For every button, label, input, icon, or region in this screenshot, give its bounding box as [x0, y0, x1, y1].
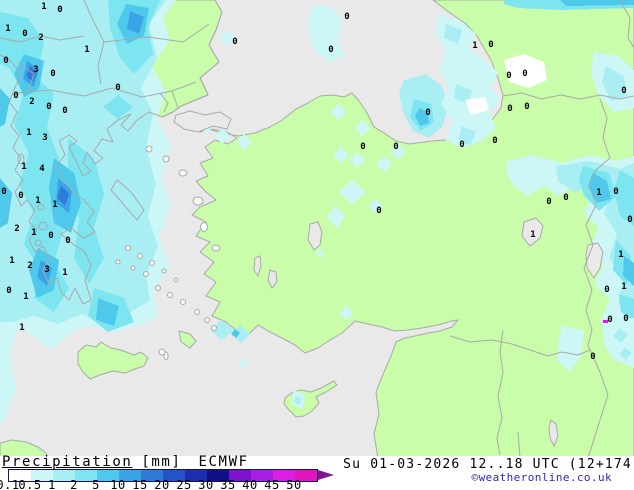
precip-value-label: 0 — [604, 285, 609, 295]
precip-value-label: 1 — [530, 230, 535, 240]
precip-value-label: 3 — [33, 65, 38, 75]
precip-value-label: 0 — [590, 352, 595, 362]
precip-value-label: 1 — [23, 292, 28, 302]
precip-value-label: 0 — [65, 236, 70, 246]
forecast-datetime: Su 01-03-2026 12..18 UTC (12+174) — [343, 457, 634, 472]
precip-value-label: 1 — [52, 200, 57, 210]
precip-value-label: 0 — [50, 69, 55, 79]
precip-value-label: 0 — [6, 286, 11, 296]
scale-tick-label: 30 — [198, 478, 213, 490]
precip-value-label: 1 — [21, 162, 26, 172]
precip-value-label: 1 — [41, 2, 46, 12]
precip-value-label: 0 — [62, 106, 67, 116]
precip-value-label: 0 — [563, 193, 568, 203]
legend-title: Precipitation [mm] ECMWF — [2, 454, 249, 470]
precip-value-label: 0 — [522, 69, 527, 79]
copyright-link[interactable]: ©weatheronline.co.uk — [472, 471, 612, 484]
weather-map-page: 1010210300020013140011210012310110000001… — [0, 0, 634, 490]
precip-value-label: 0 — [344, 12, 349, 22]
scale-tick-label: 0.5 — [18, 478, 41, 490]
precip-value-label: 0 — [627, 215, 632, 225]
legend-unit: [mm] — [141, 454, 181, 470]
precip-value-label: 1 — [9, 256, 14, 266]
precip-value-label: 0 — [46, 102, 51, 112]
precip-value-label: 0 — [393, 142, 398, 152]
scale-tick-label: 25 — [176, 478, 191, 490]
precip-value-label: 0 — [524, 102, 529, 112]
precip-value-label: 0 — [546, 197, 551, 207]
precip-value-label: 0 — [3, 56, 8, 66]
weather-map: 1 0 1 0 2 1 0 3 0 0 0 2 0 0 1 3 1 4 0 0 1 1 2 1 0 0 1 2 3 1 0 1 1 0 0 0 0 0 0 1… — [0, 0, 634, 458]
precip-value-label: 1 — [35, 196, 40, 206]
precip-value-label: 0 — [328, 45, 333, 55]
precip-value-label: 1 — [62, 268, 67, 278]
legend-parameter: Precipitation — [2, 454, 132, 470]
precip-value-label: 3 — [44, 265, 49, 275]
scale-tick-label: 2 — [70, 478, 78, 490]
precip-value-label: 1 — [31, 228, 36, 238]
precip-value-label: 0 — [623, 314, 628, 324]
scale-tick-label: 5 — [92, 478, 100, 490]
precip-value-label: 0 — [48, 231, 53, 241]
precip-value-label: 0 — [459, 140, 464, 150]
scale-tick-label: 10 — [110, 478, 125, 490]
scale-overflow-arrow — [318, 470, 334, 480]
precip-value-label: 1 — [19, 323, 24, 333]
precip-value-label: 0 — [18, 191, 23, 201]
precip-value-label: 0 — [22, 29, 27, 39]
precip-value-label: 0 — [425, 108, 430, 118]
precip-value-label: 1 — [621, 282, 626, 292]
scale-tick-label: 40 — [242, 478, 257, 490]
scale-tick-label: 35 — [220, 478, 235, 490]
precip-value-label: 0 — [488, 40, 493, 50]
precip-value-label: 0 — [115, 83, 120, 93]
legend-footer: Precipitation[mm]ECMWF 0.10.512510152025… — [0, 456, 634, 490]
precip-value-label: 0 — [13, 91, 18, 101]
precip-value-label: 0 — [492, 136, 497, 146]
precip-value-label: 1 — [596, 188, 601, 198]
precip-value-label: 0 — [1, 187, 6, 197]
precip-value-label: 1 — [472, 41, 477, 51]
precip-value-label: 0 — [57, 5, 62, 15]
precip-value-label: 0 — [507, 104, 512, 114]
scale-tick-label: 20 — [154, 478, 169, 490]
precip-value-label: 2 — [27, 261, 32, 271]
precip-value-label: 1 — [618, 250, 623, 260]
precip-value-label: 0 — [376, 206, 381, 216]
precip-value-label: 1 — [26, 128, 31, 138]
scale-tick-label: 15 — [132, 478, 147, 490]
precip-value-label: 0 — [613, 187, 618, 197]
precip-value-label: 0 — [607, 315, 612, 325]
precip-value-label: 1 — [84, 45, 89, 55]
precip-value-label: 2 — [29, 97, 34, 107]
scale-tick-label: 0.1 — [0, 478, 20, 490]
scale-tick-label: 50 — [286, 478, 301, 490]
legend-model-name: ECMWF — [199, 454, 249, 470]
precip-value-label: 0 — [232, 37, 237, 47]
precip-value-label: 0 — [360, 142, 365, 152]
precip-value-label: 2 — [38, 33, 43, 43]
scale-tick-label: 45 — [264, 478, 279, 490]
precip-value-label: 4 — [39, 164, 45, 174]
precip-value-label: 2 — [14, 224, 19, 234]
precip-value-label: 0 — [506, 71, 511, 81]
scale-tick-label: 1 — [48, 478, 56, 490]
precip-value-label: 1 — [5, 24, 10, 34]
precip-value-label: 0 — [621, 86, 626, 96]
precip-value-label: 3 — [42, 133, 47, 143]
